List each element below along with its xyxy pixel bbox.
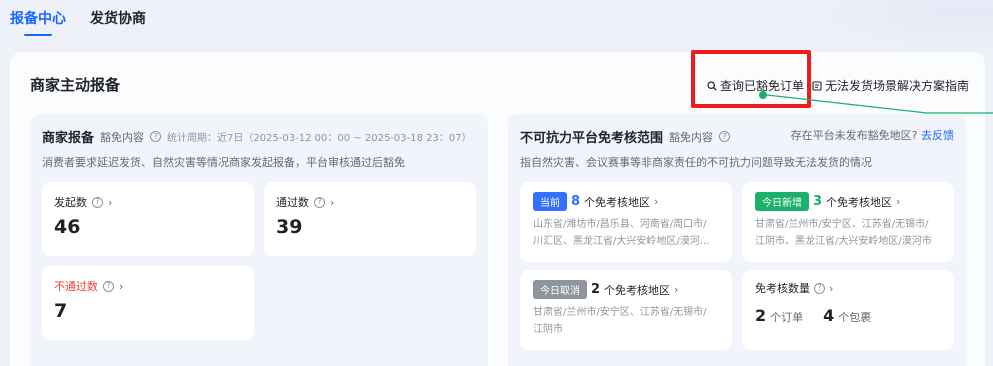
- background-decoration: [793, 0, 993, 60]
- exempt-packages-unit: 个包裹: [838, 311, 872, 324]
- new-region-count: 3: [813, 194, 823, 209]
- search-icon: [707, 80, 717, 91]
- region-line: 川汇区、黑龙江省/大兴安岭地区/漠河...: [533, 236, 710, 247]
- exempt-quantity-values: 2 个订单 4 个包裹: [755, 306, 871, 325]
- exempt-content-label: 豁免内容: [669, 130, 714, 144]
- merchant-report-header: 商家报备 豁免内容 ? 统计周期：近7日（2025-03-12 00：00 ~ …: [42, 127, 472, 147]
- current-region-count-text: 个免考核地区: [584, 195, 651, 209]
- chevron-right-icon: ›: [829, 281, 834, 295]
- force-majeure-title: 不可抗力平台免考核范围: [520, 131, 664, 146]
- page-title: 商家主动报备: [30, 76, 121, 94]
- exempt-orders-value: 2: [755, 306, 767, 325]
- cancelled-region-count: 2: [591, 282, 601, 297]
- exempt-quantity-label: 免考核数量: [755, 282, 810, 295]
- stat-initiated-label: 发起数: [54, 196, 87, 209]
- region-line: 山东省/潍坊市/昌乐县、河南省/周口市/: [533, 219, 707, 230]
- question-circle-icon[interactable]: ?: [314, 196, 325, 208]
- region-card-current-header: 当前 8 个免考核地区 ›: [533, 192, 658, 211]
- exempt-packages-value: 4: [823, 306, 835, 325]
- cancelled-region-list: 甘肃省/兰州市/安宁区、江苏省/无锡市/ 江阴市: [533, 304, 724, 338]
- force-majeure-description: 指自然灾害、会议赛事等非商家责任的不可抗力问题导致无法发货的情况: [520, 156, 872, 169]
- stat-label-approved: 通过数 ? ›: [276, 194, 334, 210]
- merchant-report-panel: 商家报备 豁免内容 ? 统计周期：近7日（2025-03-12 00：00 ~ …: [30, 114, 488, 366]
- exempt-quantity-card[interactable]: 免考核数量 ? › 2 个订单 4 个包裹: [742, 270, 954, 350]
- annotation-dot: [759, 91, 767, 99]
- force-majeure-header: 不可抗力平台免考核范围 豁免内容 ?: [520, 127, 731, 146]
- question-circle-icon[interactable]: ?: [92, 196, 103, 208]
- merchant-report-title: 商家报备: [42, 131, 95, 146]
- badge-cancelled-today: 今日取消: [533, 280, 587, 299]
- region-line: 甘肃省/兰州市/安宁区、江苏省/无锡市/: [755, 219, 929, 230]
- badge-current: 当前: [533, 192, 567, 211]
- chevron-right-icon: ›: [108, 195, 113, 209]
- merchant-report-description: 消费者要求延迟发货、自然灾害等情况商家发起报备，平台审核通过后豁免: [42, 156, 405, 169]
- top-tabs: 报备中心 发货协商: [10, 8, 146, 36]
- chevron-right-icon: ›: [119, 279, 124, 293]
- question-circle-icon[interactable]: ?: [150, 131, 162, 142]
- region-line: 江阴市: [533, 324, 563, 335]
- chevron-right-icon: ›: [654, 195, 659, 208]
- annotation-connector: [767, 94, 993, 114]
- new-region-count-text: 个免考核地区: [826, 195, 893, 209]
- stat-card-rejected[interactable]: 不通过数 ? › 7: [42, 266, 254, 340]
- exempt-content-label: 豁免内容: [100, 130, 145, 144]
- current-region-count: 8: [571, 194, 581, 209]
- question-circle-icon[interactable]: ?: [719, 131, 731, 142]
- exempt-quantity-header: 免考核数量 ? ›: [755, 280, 833, 296]
- region-card-current[interactable]: 当前 8 个免考核地区 › 山东省/潍坊市/昌乐县、河南省/周口市/ 川汇区、黑…: [520, 182, 732, 262]
- stat-rejected-value: 7: [54, 300, 68, 322]
- tab-report-center[interactable]: 报备中心: [10, 8, 66, 36]
- exempt-orders-unit: 个订单: [770, 311, 804, 324]
- stat-initiated-value: 46: [54, 216, 81, 238]
- new-region-list: 甘肃省/兰州市/安宁区、江苏省/无锡市/ 江阴市、黑龙江省/大兴安岭地区/漠河市: [755, 216, 946, 250]
- force-majeure-panel: 不可抗力平台免考核范围 豁免内容 ? 存在平台未发布豁免地区? 去反馈 指自然灾…: [508, 114, 966, 366]
- stat-label-initiated: 发起数 ? ›: [54, 194, 112, 210]
- stat-rejected-label: 不通过数: [54, 280, 98, 293]
- current-region-list: 山东省/潍坊市/昌乐县、河南省/周口市/ 川汇区、黑龙江省/大兴安岭地区/漠河.…: [533, 216, 724, 250]
- cancelled-region-count-text: 个免考核地区: [604, 283, 671, 297]
- stat-approved-value: 39: [276, 216, 303, 238]
- tab-shipping-negotiation[interactable]: 发货协商: [90, 8, 146, 36]
- stat-period: 统计周期：近7日（2025-03-12 00：00 ~ 2025-03-18 2…: [167, 133, 472, 144]
- region-card-cancelled-today[interactable]: 今日取消 2 个免考核地区 › 甘肃省/兰州市/安宁区、江苏省/无锡市/ 江阴市: [520, 270, 732, 350]
- badge-new-today: 今日新增: [755, 192, 809, 211]
- stat-card-approved[interactable]: 通过数 ? › 39: [264, 182, 476, 256]
- chevron-right-icon: ›: [674, 283, 679, 296]
- stat-approved-label: 通过数: [276, 196, 309, 209]
- region-card-cancelled-header: 今日取消 2 个免考核地区 ›: [533, 280, 678, 299]
- region-line: 江阴市、黑龙江省/大兴安岭地区/漠河市: [755, 236, 932, 247]
- chevron-right-icon: ›: [896, 195, 901, 208]
- document-icon: [812, 80, 822, 91]
- region-card-new-header: 今日新增 3 个免考核地区 ›: [755, 192, 900, 211]
- question-circle-icon[interactable]: ?: [814, 282, 825, 294]
- chevron-right-icon: ›: [330, 195, 335, 209]
- stat-card-initiated[interactable]: 发起数 ? › 46: [42, 182, 254, 256]
- question-circle-icon[interactable]: ?: [103, 280, 114, 292]
- region-card-new-today[interactable]: 今日新增 3 个免考核地区 › 甘肃省/兰州市/安宁区、江苏省/无锡市/ 江阴市…: [742, 182, 954, 262]
- region-line: 甘肃省/兰州市/安宁区、江苏省/无锡市/: [533, 307, 707, 318]
- stat-label-rejected: 不通过数 ? ›: [54, 278, 123, 294]
